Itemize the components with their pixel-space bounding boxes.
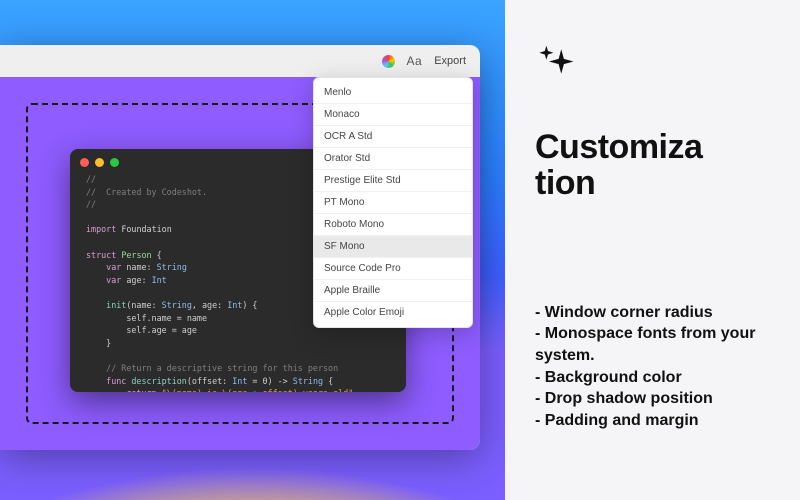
type: Int bbox=[152, 275, 167, 285]
sig: (offset: bbox=[187, 376, 232, 386]
code-comment: // bbox=[86, 199, 96, 209]
font-menu-item[interactable]: SF Mono bbox=[314, 236, 472, 258]
feature-item: - Window corner radius bbox=[535, 302, 770, 324]
font-menu-item[interactable]: OCR A Std bbox=[314, 126, 472, 148]
font-menu-item[interactable]: Monaco bbox=[314, 104, 472, 126]
info-panel: Customiza tion - Window corner radius- M… bbox=[505, 0, 800, 500]
type: String bbox=[293, 376, 323, 386]
font-menu-item[interactable]: Roboto Mono bbox=[314, 214, 472, 236]
type: Int bbox=[227, 300, 242, 310]
headline: Customiza tion bbox=[535, 129, 770, 202]
toolbar: Aa Export bbox=[0, 45, 480, 77]
code-comment: // Return a descriptive string for this … bbox=[106, 363, 338, 373]
font-picker-button[interactable]: Aa bbox=[407, 54, 423, 68]
kw: import bbox=[86, 224, 116, 234]
font-menu-item[interactable]: Menlo bbox=[314, 82, 472, 104]
kw: var bbox=[106, 275, 121, 285]
kw: struct bbox=[86, 250, 116, 260]
brace: } bbox=[106, 338, 111, 348]
type: String bbox=[157, 262, 187, 272]
font-menu-item[interactable]: Apple Color Emoji bbox=[314, 302, 472, 323]
sig: = 0) -> bbox=[247, 376, 292, 386]
type: Person bbox=[121, 250, 151, 260]
func: description bbox=[126, 376, 187, 386]
feature-item: - Padding and margin bbox=[535, 410, 770, 432]
brace: { bbox=[323, 376, 333, 386]
headline-line: Customiza bbox=[535, 129, 770, 165]
module: Foundation bbox=[121, 224, 171, 234]
brace: ) { bbox=[242, 300, 257, 310]
kw: func bbox=[106, 376, 126, 386]
type: Int bbox=[232, 376, 247, 386]
font-menu-item[interactable]: Source Code Pro bbox=[314, 258, 472, 280]
font-menu-item[interactable]: Prestige Elite Std bbox=[314, 170, 472, 192]
code-comment: // bbox=[86, 174, 96, 184]
stmt: self.name = name bbox=[126, 313, 207, 323]
brace: { bbox=[152, 250, 162, 260]
font-menu-item[interactable]: Orator Std bbox=[314, 148, 472, 170]
color-picker-icon[interactable] bbox=[382, 55, 395, 68]
feature-item: - Background color bbox=[535, 367, 770, 389]
export-button[interactable]: Export bbox=[434, 55, 466, 67]
feature-item: - Monospace fonts from your system. bbox=[535, 323, 770, 366]
kw: return bbox=[126, 388, 156, 392]
kw: var bbox=[106, 262, 121, 272]
headline-line: tion bbox=[535, 165, 770, 201]
font-menu-item[interactable]: Apple Braille bbox=[314, 280, 472, 302]
code-comment: // Created by Codeshot. bbox=[86, 187, 207, 197]
id: age: bbox=[121, 275, 151, 285]
feature-list: - Window corner radius- Monospace fonts … bbox=[535, 302, 770, 432]
sig: (name: bbox=[126, 300, 161, 310]
font-menu-item[interactable]: PT Mono bbox=[314, 192, 472, 214]
feature-item: - Drop shadow position bbox=[535, 388, 770, 410]
stmt: self.age = age bbox=[126, 325, 197, 335]
string: "\(name) is \(age + offset) years old" bbox=[157, 388, 354, 392]
minimize-icon[interactable] bbox=[95, 158, 104, 167]
sig: , age: bbox=[192, 300, 227, 310]
wallpaper-background: Aa Export // // Created by Codeshot. // … bbox=[0, 0, 505, 500]
zoom-icon[interactable] bbox=[110, 158, 119, 167]
kw: init bbox=[106, 300, 126, 310]
type: String bbox=[162, 300, 192, 310]
id: name: bbox=[121, 262, 156, 272]
sparkle-icon bbox=[535, 44, 770, 91]
font-menu[interactable]: MenloMonacoOCR A StdOrator StdPrestige E… bbox=[313, 77, 473, 328]
close-icon[interactable] bbox=[80, 158, 89, 167]
